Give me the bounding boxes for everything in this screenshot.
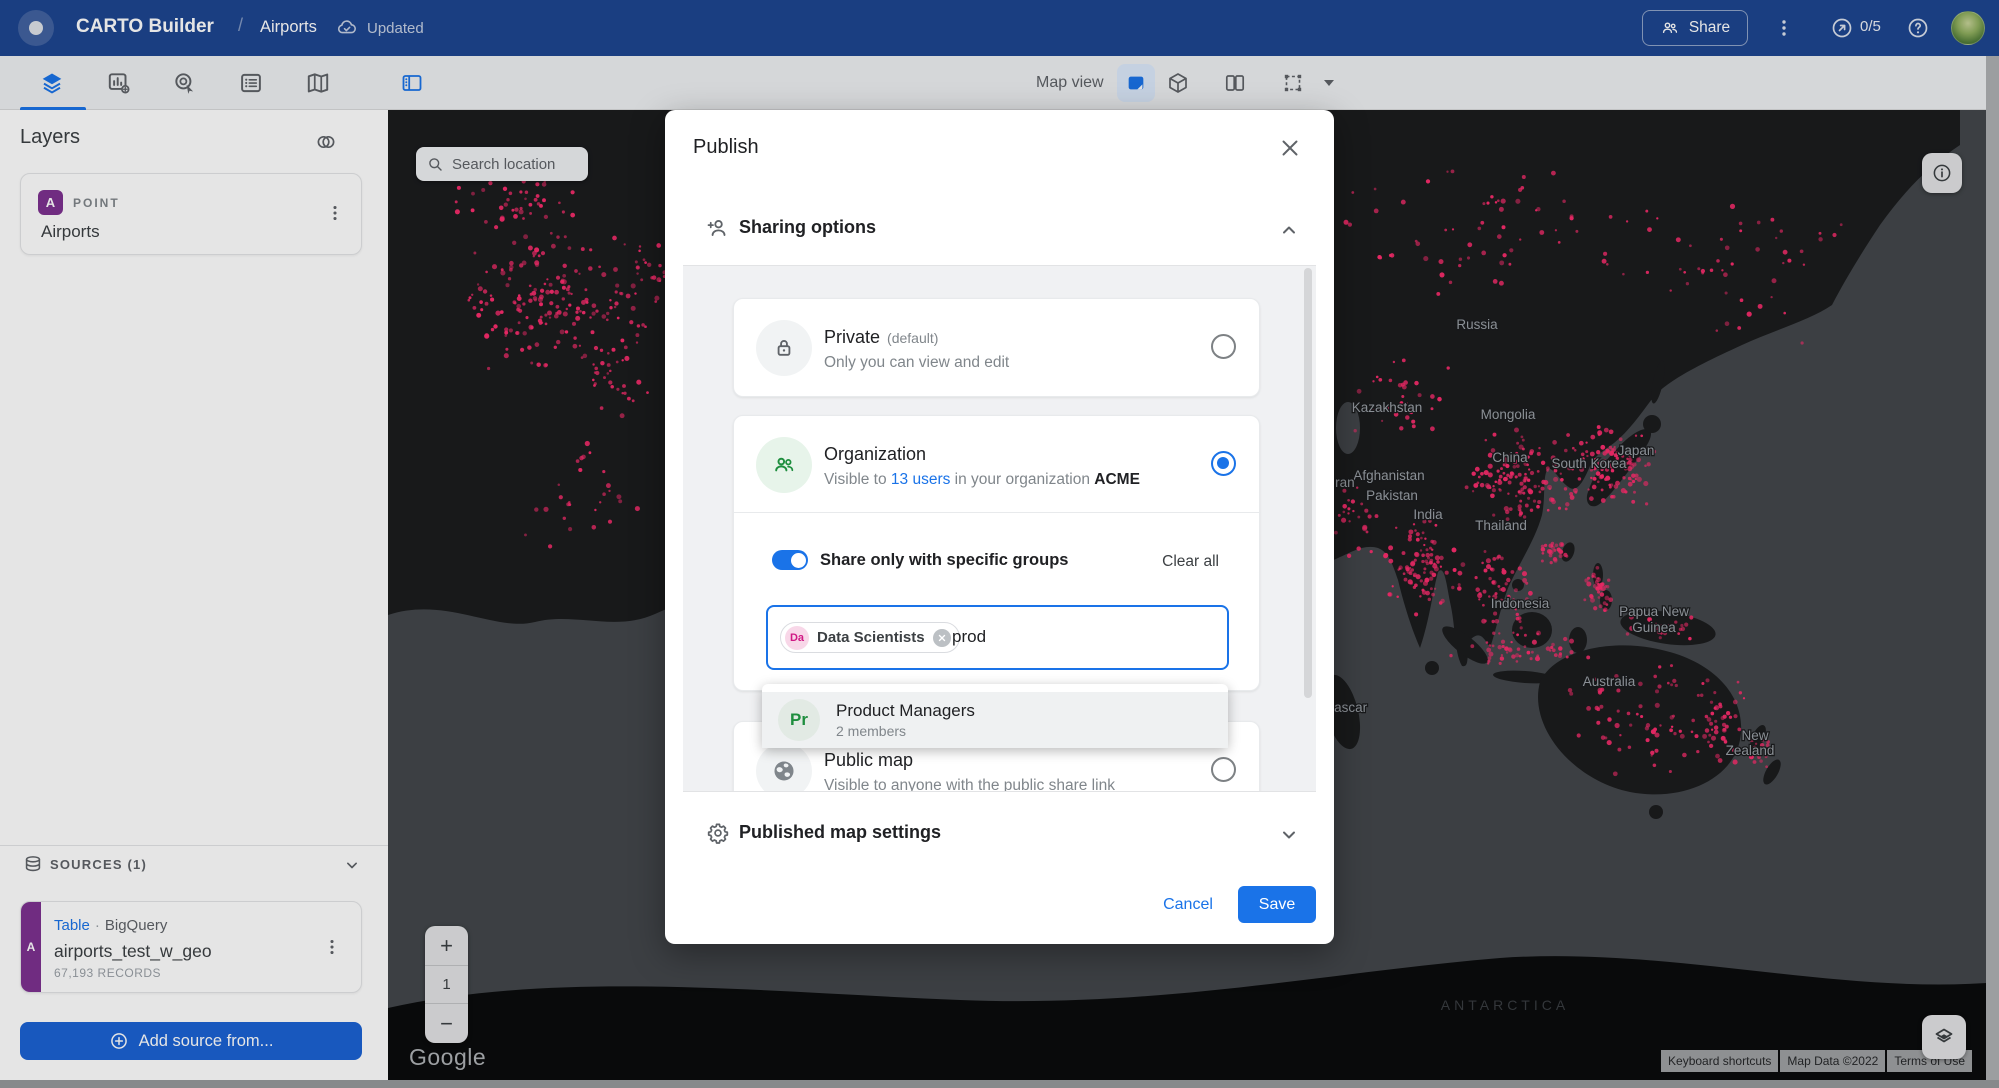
group-chip: Da Data Scientists <box>780 622 960 653</box>
suggestion-texts: Product Managers 2 members <box>836 700 975 740</box>
chevron-down-icon[interactable] <box>1277 823 1301 847</box>
chevron-up-icon[interactable] <box>1277 218 1301 242</box>
organization-radio[interactable] <box>1211 451 1236 476</box>
group-suggestions-dropdown: Pr Product Managers 2 members <box>762 684 1228 748</box>
clear-all-link[interactable]: Clear all <box>1162 553 1219 571</box>
carto-builder-app: CARTO Builder / Airports Updated Share 0… <box>0 0 1999 1088</box>
sharing-options-scroll-area[interactable]: Private(default) Only you can view and e… <box>683 265 1316 792</box>
chip-label: Data Scientists <box>817 629 925 646</box>
lock-icon <box>771 335 797 361</box>
published-settings-header[interactable]: Published map settings <box>739 822 941 843</box>
chip-remove-icon[interactable] <box>933 629 951 647</box>
organization-option-desc: Visible to 13 users in your organization… <box>824 471 1140 489</box>
groups-chips-input[interactable]: Da Data Scientists prod <box>766 605 1229 670</box>
organization-people-icon <box>771 452 797 478</box>
save-button[interactable]: Save <box>1238 886 1316 923</box>
modal-scrollbar[interactable] <box>1304 268 1312 698</box>
private-option-desc: Only you can view and edit <box>824 354 1009 372</box>
public-option-desc: Visible to anyone with the public share … <box>824 777 1115 792</box>
organization-option-card[interactable]: Organization Visible to 13 users in your… <box>733 415 1260 691</box>
sharing-options-header[interactable]: Sharing options <box>739 217 876 238</box>
private-option-title: Private(default) <box>824 327 938 348</box>
public-option-title: Public map <box>824 750 913 771</box>
suggestion-members: 2 members <box>836 722 975 740</box>
close-icon[interactable] <box>1277 135 1303 161</box>
specific-groups-toggle[interactable] <box>772 550 808 570</box>
private-option-card[interactable]: Private(default) Only you can view and e… <box>733 298 1260 397</box>
organization-name: ACME <box>1094 471 1140 488</box>
person-add-icon <box>705 215 731 241</box>
private-radio[interactable] <box>1211 334 1236 359</box>
organization-icon-wrap <box>756 437 812 493</box>
users-count-link[interactable]: 13 users <box>891 471 950 488</box>
private-default-suffix: (default) <box>887 330 938 346</box>
publish-modal: Publish Sharing options Private(default)… <box>665 110 1334 944</box>
globe-icon <box>771 758 797 784</box>
suggestion-name: Product Managers <box>836 700 975 722</box>
gear-icon <box>705 820 731 846</box>
suggestion-avatar: Pr <box>778 699 820 741</box>
specific-groups-label: Share only with specific groups <box>820 551 1068 570</box>
organization-option-title: Organization <box>824 444 926 465</box>
public-radio[interactable] <box>1211 757 1236 782</box>
cancel-button[interactable]: Cancel <box>1151 888 1225 922</box>
group-search-text[interactable]: prod <box>952 627 986 647</box>
card-divider <box>734 512 1261 513</box>
chip-avatar: Da <box>785 626 809 650</box>
lock-icon-wrap <box>756 320 812 376</box>
group-suggestion-item[interactable]: Pr Product Managers 2 members <box>762 692 1228 748</box>
modal-title: Publish <box>693 136 759 159</box>
globe-icon-wrap <box>756 743 812 792</box>
